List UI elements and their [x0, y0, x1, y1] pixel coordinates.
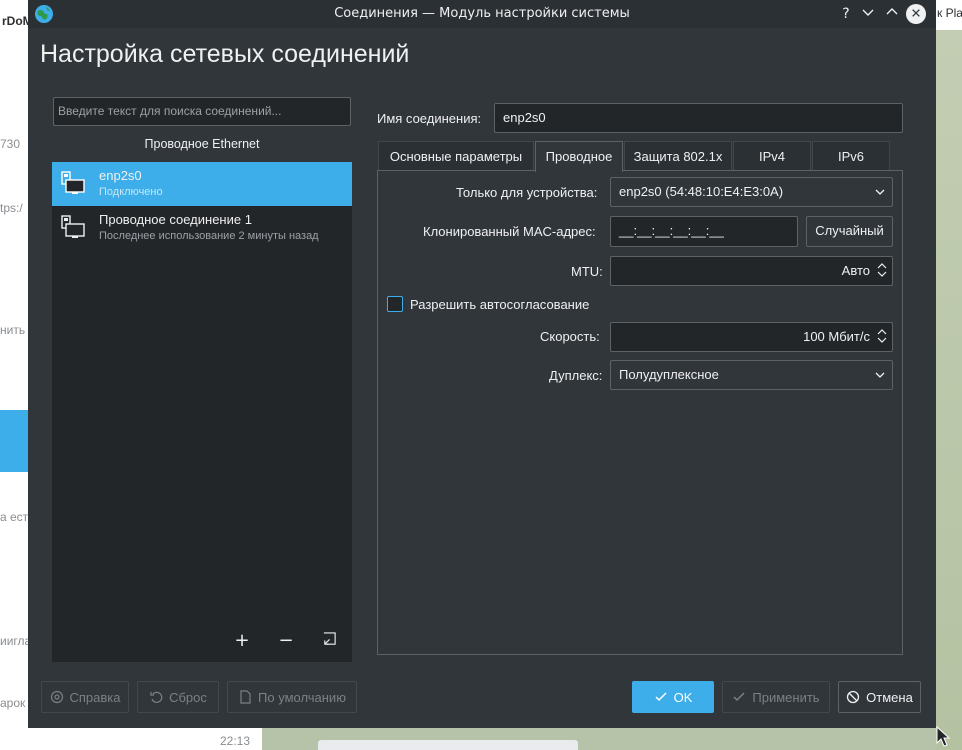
close-icon — [912, 9, 920, 17]
close-button[interactable] — [906, 4, 926, 24]
duplex-select[interactable]: Полудуплексное — [610, 360, 893, 390]
check-icon — [655, 692, 667, 702]
background-selection — [0, 410, 28, 472]
connection-group-label: Проводное Ethernet — [144, 137, 260, 151]
help-icon — [50, 690, 63, 704]
background-bar — [318, 740, 578, 750]
spin-arrows-icon[interactable] — [876, 326, 888, 346]
speed-spinbox[interactable]: 100 Мбит/с — [610, 322, 893, 352]
connection-status: Подключено — [99, 186, 163, 198]
mac-label: Клонированный MAC-адрес: — [423, 224, 596, 239]
mtu-spinbox[interactable]: Авто — [610, 256, 893, 286]
search-input[interactable]: Введите текст для поиска соединений... — [53, 97, 351, 126]
reset-button[interactable]: Сброс — [137, 681, 219, 713]
background-clock: 22:13 — [220, 734, 251, 748]
apply-button[interactable]: Применить — [722, 681, 830, 713]
background-text: а ест — [0, 510, 29, 524]
titlebar: Соединения — Модуль настройки системы ? — [28, 0, 936, 28]
connection-item-wired-1[interactable]: Проводное соединение 1 Последнее использ… — [52, 206, 352, 250]
tab-ipv4[interactable]: IPv4 — [733, 141, 811, 171]
connection-name-label: Имя соединения: — [377, 111, 482, 126]
chevron-down-icon — [862, 9, 874, 16]
mtu-value: Авто — [841, 263, 870, 278]
undo-icon — [150, 691, 163, 703]
tab-security-8021x[interactable]: Защита 802.1x — [624, 141, 732, 171]
defaults-button-label: По умолчанию — [258, 689, 346, 705]
chevron-down-icon — [875, 189, 885, 195]
add-connection-button[interactable]: + — [231, 630, 253, 652]
mtu-label: MTU: — [571, 264, 603, 279]
background-text: нить — [0, 323, 26, 337]
defaults-button[interactable]: По умолчанию — [227, 681, 357, 713]
tab-ipv6[interactable]: IPv6 — [812, 141, 890, 171]
minimize-button[interactable] — [858, 4, 878, 24]
background-text: арок — [0, 696, 26, 710]
mouse-cursor-icon — [936, 726, 950, 747]
tab-wired[interactable]: Проводное — [535, 141, 623, 172]
background-text: tps:/ — [0, 201, 23, 215]
connection-item-enp2s0[interactable]: enp2s0 Подключено — [52, 162, 352, 206]
maximize-button[interactable] — [882, 4, 902, 24]
help-button[interactable]: Справка — [41, 681, 129, 713]
chevron-down-icon — [875, 372, 885, 378]
connection-list: enp2s0 Подключено Проводное соединение 1… — [52, 162, 352, 662]
help-button-label: Справка — [69, 689, 121, 705]
reset-button-label: Сброс — [169, 689, 207, 705]
cancel-icon — [847, 690, 860, 704]
connection-name: Проводное соединение 1 — [99, 212, 252, 227]
document-revert-icon — [240, 690, 251, 704]
device-select-value: enp2s0 (54:48:10:E4:E3:0A) — [619, 184, 784, 199]
network-wired-icon — [61, 215, 85, 238]
autonegotiate-checkbox[interactable] — [387, 296, 403, 312]
cancel-button[interactable]: Отмена — [838, 681, 921, 713]
device-label: Только для устройства: — [456, 185, 598, 200]
help-titlebar-button[interactable]: ? — [836, 4, 856, 24]
export-icon — [323, 632, 336, 645]
chevron-up-icon — [886, 8, 898, 15]
remove-connection-button[interactable]: − — [275, 630, 297, 652]
speed-value: 100 Мбит/с — [803, 329, 870, 344]
connection-status: Последнее использование 2 минуты назад — [99, 230, 319, 242]
speed-label: Скорость: — [540, 329, 600, 344]
duplex-label: Дуплекс: — [549, 368, 603, 383]
device-select[interactable]: enp2s0 (54:48:10:E4:E3:0A) — [610, 177, 893, 207]
desktop-background-right — [936, 0, 962, 750]
background-text: к Pla — [937, 6, 962, 20]
mac-address-field[interactable]: __:__:__:__:__:__ — [610, 216, 798, 247]
network-wired-icon — [61, 171, 85, 194]
ok-button-label: OK — [673, 689, 693, 705]
duplex-select-value: Полудуплексное — [619, 367, 719, 382]
connection-name: enp2s0 — [99, 168, 142, 183]
ok-button[interactable]: OK — [632, 681, 714, 713]
connection-name-field[interactable]: enp2s0 — [494, 103, 903, 133]
window-title: Соединения — Модуль настройки системы — [334, 6, 630, 21]
apply-button-label: Применить — [752, 689, 820, 705]
autonegotiate-label: Разрешить автосогласование — [410, 297, 590, 312]
random-mac-button[interactable]: Случайный — [806, 216, 893, 247]
spin-arrows-icon[interactable] — [876, 260, 888, 280]
tab-general[interactable]: Основные параметры — [378, 141, 534, 171]
settings-window: Соединения — Модуль настройки системы ? … — [28, 0, 936, 728]
background-text: 730 — [0, 137, 21, 151]
page-title: Настройка сетевых соединений — [40, 40, 410, 68]
export-connection-button[interactable] — [318, 630, 340, 652]
cancel-button-label: Отмена — [866, 689, 913, 705]
check-icon — [733, 692, 745, 702]
